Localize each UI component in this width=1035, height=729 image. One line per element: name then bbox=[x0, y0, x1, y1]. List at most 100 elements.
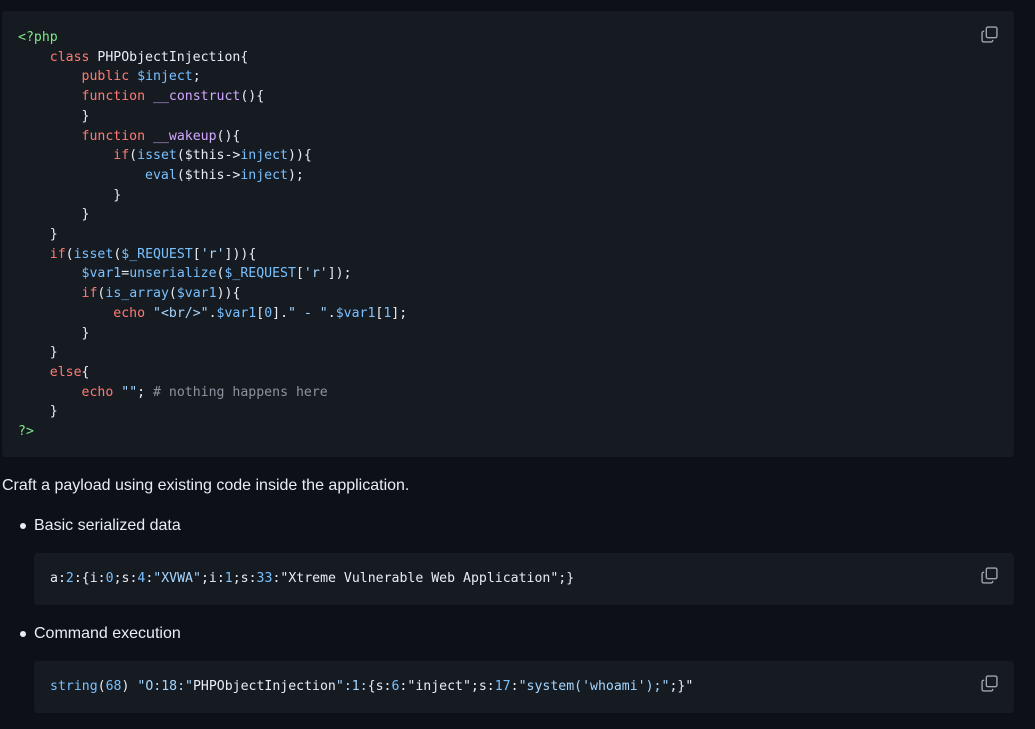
code-token: } bbox=[18, 227, 58, 243]
code-token: : bbox=[510, 679, 519, 694]
bullet-command-execution: Command execution bbox=[20, 625, 181, 643]
code-token: PHPObjectInjection{ bbox=[89, 49, 249, 65]
code-token: unserialize bbox=[129, 266, 217, 282]
code-token: . bbox=[327, 305, 336, 321]
code-token: ( bbox=[65, 246, 74, 262]
code-token: if bbox=[113, 148, 130, 164]
code-token: <?php bbox=[18, 30, 58, 45]
instruction-text: Craft a payload using existing code insi… bbox=[2, 477, 410, 494]
code-token: ( bbox=[129, 148, 138, 164]
code-token: ;s: bbox=[113, 571, 138, 586]
code-token: eval bbox=[145, 167, 177, 183]
code-token: ;i: bbox=[200, 571, 225, 586]
code-token: )){ bbox=[288, 148, 312, 164]
code-token: } bbox=[18, 187, 122, 203]
code-token: ":1: bbox=[335, 679, 368, 694]
code-token: = bbox=[121, 266, 130, 282]
code-token: [ bbox=[295, 266, 304, 282]
code-token: inject bbox=[240, 167, 288, 183]
code-token: (){ bbox=[216, 128, 241, 144]
code-token: PHPObjectInjection bbox=[192, 679, 336, 694]
code-token: ?> bbox=[18, 424, 34, 440]
code-token: $_REQUEST bbox=[121, 246, 193, 262]
code-token: 68 bbox=[105, 679, 122, 694]
code-token: 0 bbox=[105, 571, 114, 586]
code-token: ;} bbox=[558, 571, 575, 586]
code-token: [ bbox=[256, 305, 265, 321]
bullet-label: Basic serialized data bbox=[34, 517, 181, 534]
code-token: string bbox=[50, 679, 98, 694]
code-token: a: bbox=[50, 571, 66, 586]
command-code-block: string(68) "O:18:"PHPObjectInjection":1:… bbox=[34, 661, 1014, 713]
code-token: is_array bbox=[105, 286, 169, 302]
code-token: isset bbox=[137, 148, 177, 164]
copy-icon bbox=[980, 674, 998, 692]
code-token: "<br/>" bbox=[153, 305, 209, 321]
php-code-block: <?php class PHPObjectInjection{ public $… bbox=[2, 11, 1014, 457]
code-token: else bbox=[49, 364, 82, 380]
code-token: $var1 bbox=[335, 305, 376, 321]
code-token: } bbox=[18, 404, 58, 420]
code-token: } bbox=[18, 345, 58, 361]
bullet-basic-serialized: Basic serialized data bbox=[20, 517, 181, 535]
code-token: $var1 bbox=[176, 286, 217, 302]
serialized-code-block: a:2:{i:0;s:4:"XVWA";i:1;s:33:"Xtreme Vul… bbox=[34, 553, 1014, 605]
php-code: <?php class PHPObjectInjection{ public $… bbox=[18, 28, 407, 442]
code-token: } bbox=[18, 207, 90, 223]
code-token: ;}" bbox=[669, 679, 694, 694]
code-token: if bbox=[81, 286, 98, 302]
code-token: ]. bbox=[272, 305, 289, 321]
code-token: __wakeup bbox=[153, 128, 217, 144]
code-token: "Xtreme Vulnerable Web Application" bbox=[280, 571, 559, 586]
code-token: ;s: bbox=[470, 679, 495, 694]
code-token: "O:18:" bbox=[137, 679, 193, 694]
code-token: ( bbox=[97, 679, 106, 694]
code-token: # nothing happens here bbox=[153, 384, 328, 400]
code-token: )){ bbox=[216, 286, 241, 302]
code-token: __construct bbox=[153, 89, 241, 105]
copy-code-button[interactable] bbox=[978, 564, 1000, 586]
code-token: ($this-> bbox=[176, 167, 241, 183]
code-token: $var1 bbox=[81, 266, 122, 282]
code-token: 'r' bbox=[200, 246, 225, 262]
code-token: if bbox=[49, 246, 66, 262]
copy-code-button[interactable] bbox=[978, 672, 1000, 694]
code-token: "XVWA" bbox=[153, 571, 201, 586]
code-token: "system('whoami');" bbox=[518, 679, 670, 694]
code-token: 1 bbox=[224, 571, 233, 586]
code-token: $var1 bbox=[216, 305, 257, 321]
code-token: [ bbox=[192, 246, 201, 262]
code-token: 2 bbox=[65, 571, 74, 586]
code-token: . bbox=[208, 305, 217, 321]
code-token: ($this-> bbox=[176, 148, 241, 164]
code-token: class bbox=[49, 49, 90, 65]
bullet-dot bbox=[20, 523, 26, 529]
copy-icon bbox=[980, 25, 998, 43]
code-token: isset bbox=[73, 246, 114, 262]
code-token: "inject" bbox=[407, 679, 471, 694]
bullet-dot bbox=[20, 631, 26, 637]
code-token: 0 bbox=[264, 305, 273, 321]
copy-icon bbox=[980, 566, 998, 584]
code-token: function bbox=[81, 128, 146, 144]
command-code: string(68) "O:18:"PHPObjectInjection":1:… bbox=[50, 677, 693, 697]
code-token: {s: bbox=[367, 679, 392, 694]
code-token: function bbox=[81, 89, 146, 105]
copy-code-button[interactable] bbox=[978, 23, 1000, 45]
code-token: public bbox=[81, 69, 130, 85]
code-token: ; bbox=[137, 384, 154, 400]
code-token: ])){ bbox=[224, 246, 257, 262]
code-token: :{i: bbox=[73, 571, 106, 586]
